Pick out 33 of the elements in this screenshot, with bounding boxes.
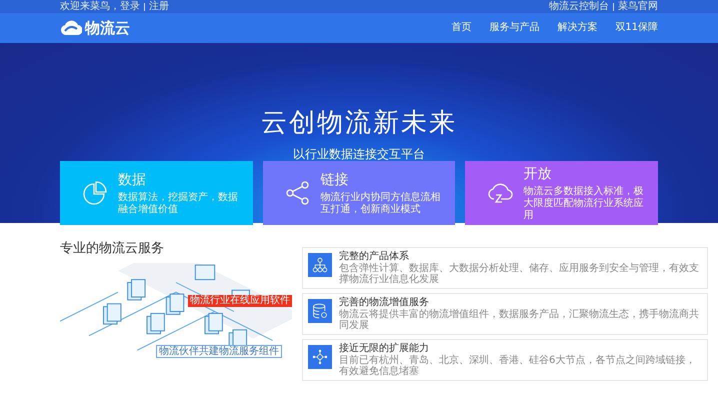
feature-title: 开放 [523,164,552,182]
callout-label: 物流伙伴共建物流服务组件 [156,345,282,358]
cloud-logo-icon [60,20,82,36]
hero-subtitle: 以行业数据连接交互平台 [293,146,425,163]
database-icon [312,303,328,319]
feature-title: 链接 [320,170,350,188]
share-icon [284,180,311,206]
nav-link[interactable]: 首页 [451,18,472,38]
network-nodes-icon [312,349,328,365]
hero-title: 云创物流新未来 [261,107,457,140]
service-description: 物流云将提供丰富的物流增值组件，数据服务产品，汇聚物流生态，携手物流商共同发展 [339,309,700,331]
top-link[interactable]: 菜鸟官网 [618,0,658,13]
feature-description: 物流云多数据接入标准，极大限度匹配物流行业系统应用 [523,186,644,222]
hierarchy-icon [312,257,328,273]
nav-link[interactable]: 双11保障 [615,18,658,38]
service-title: 接近无限的扩展能力 [339,343,430,354]
service-description: 目前已有杭州、青岛、北京、深圳、香港、硅谷6大节点，各节点之间跨域链接，有效避免信息堵塞 [339,355,696,377]
nav-link[interactable]: 解决方案 [557,18,598,38]
service-title: 完整的产品体系 [339,251,410,262]
service-description: 包含弹性计算、数据库、大数据分析处理、储存、应用服务到安全与管理，有效支撑物流行业信息化发展 [339,263,700,285]
callout-label: 物流行业在线应用软件 [188,295,292,307]
top-link[interactable]: 物流云控制台 [549,0,609,13]
top-link[interactable]: 登录 [120,0,140,13]
top-link[interactable]: 注册 [149,0,169,13]
section-heading: 专业的物流云服务 [60,240,165,257]
feature-title: 数据 [118,170,147,188]
nav-link[interactable]: 服务与产品 [489,18,540,38]
service-title: 完善的物流增值服务 [339,297,430,308]
pie-chart-icon [82,180,108,206]
welcome-text: 欢迎来菜鸟， [60,0,120,13]
feature-description: 物流行业内协同方信息流相互打通，创新商业模式 [320,192,442,216]
logo-text: 物流云 [85,18,130,38]
feature-description: 数据算法，挖掘资产，数据融合增值价值 [118,192,239,216]
